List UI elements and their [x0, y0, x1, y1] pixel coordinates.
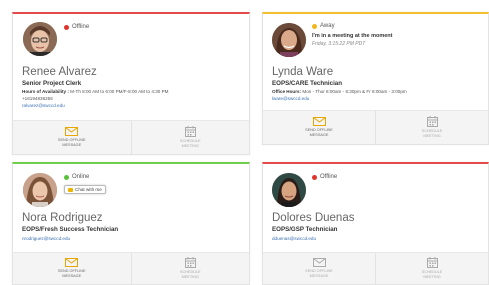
send-offline-message-label: SEND OFFLINE MESSAGE [305, 128, 333, 137]
email-link[interactable]: nrodriguez@swccd.edu [22, 236, 70, 241]
schedule-meeting-button[interactable]: SCHEDULE MEETING [130, 253, 250, 284]
schedule-meeting-button[interactable]: SCHEDULE MEETING [130, 121, 250, 154]
staff-name: Nora Rodriguez [22, 212, 103, 224]
calendar-icon [426, 257, 438, 269]
schedule-meeting-label: SCHEDULE MEETING [421, 129, 443, 138]
status-dot [312, 174, 317, 180]
status-note: I'm in a meeting at the moment [312, 33, 393, 39]
schedule-meeting-button[interactable]: SCHEDULE MEETING [375, 111, 488, 144]
status-indicator: Online [64, 174, 89, 180]
send-offline-message-label: SEND OFFLINE MESSAGE [57, 138, 86, 147]
staff-title: Senior Project Clerk [22, 80, 82, 87]
status-dot [64, 24, 69, 30]
envelope-icon [65, 127, 79, 137]
status-label: Offline [72, 24, 90, 30]
calendar-icon [426, 116, 438, 128]
calendar-icon [184, 126, 196, 138]
hours-value: M-Th 8:00 AM to 6:00 PM/F-8:00 AM to 4:3… [70, 89, 169, 94]
staff-card-lynda-ware: Away I'm in a meeting at the moment Frid… [262, 12, 489, 145]
hours-line: Hours of Availability : M-Th 8:00 AM to … [22, 89, 168, 94]
status-indicator: Away [312, 23, 335, 29]
avatar [272, 173, 306, 207]
email-link[interactable]: ralvarez@swccd.edu [22, 103, 65, 108]
avatar [23, 22, 57, 56]
card-actions: SEND OFFLINE MESSAGE SCHEDULE MEETING [263, 252, 488, 284]
envelope-icon [312, 258, 326, 268]
card-actions: SEND OFFLINE MESSAGE SCHEDULE MEETING [263, 110, 488, 144]
avatar [272, 23, 306, 57]
phone-number: +16194836256 [22, 96, 53, 101]
hours-value: Mon - Thur 8:00am - 6:30pm & Fr 8:00am -… [302, 89, 407, 94]
schedule-meeting-label: SCHEDULE MEETING [179, 139, 201, 148]
status-indicator: Offline [64, 24, 89, 30]
calendar-icon [184, 257, 196, 269]
card-actions: SEND OFFLINE MESSAGE SCHEDULE MEETING [13, 252, 249, 284]
staff-title: EOPS/CARE Technician [272, 80, 343, 87]
envelope-icon [312, 117, 326, 127]
chat-with-me-button[interactable]: Chat with me [64, 185, 106, 194]
staff-card-nora-rodriguez: Online Chat with me Nora Rodriguez EOPS/… [12, 162, 250, 285]
status-label: Away [320, 23, 335, 29]
staff-name: Renee Alvarez [22, 66, 97, 78]
hours-label: Office Hours: [272, 89, 302, 94]
envelope-icon [65, 258, 79, 268]
send-offline-message-button[interactable]: SEND OFFLINE MESSAGE [13, 253, 131, 284]
send-offline-message-label: SEND OFFLINE MESSAGE [305, 269, 333, 278]
status-note-time: Friday, 3:15:22 PM PDT [312, 41, 366, 47]
staff-title: EOPS/GSP Technician [272, 226, 338, 233]
status-indicator: Offline [312, 174, 337, 180]
email-link[interactable]: lware@swccd.edu [272, 96, 309, 101]
send-offline-message-button[interactable]: SEND OFFLINE MESSAGE [13, 121, 131, 154]
email-link[interactable]: dduenas@swccd.edu [272, 236, 316, 241]
status-dot [64, 174, 69, 180]
schedule-meeting-label: SCHEDULE MEETING [421, 270, 443, 279]
status-dot [312, 23, 317, 29]
staff-card-renee-alvarez: Offline Renee Alvarez Senior Project Cle… [12, 12, 250, 155]
chat-icon [68, 187, 73, 192]
hours-label: Hours of Availability : [22, 89, 69, 94]
hours-line: Office Hours: Mon - Thur 8:00am - 6:30pm… [272, 89, 407, 94]
card-actions: SEND OFFLINE MESSAGE SCHEDULE MEETING [13, 120, 249, 154]
send-offline-message-button[interactable]: SEND OFFLINE MESSAGE [263, 111, 375, 144]
staff-title: EOPS/Fresh Success Technician [22, 226, 119, 233]
staff-card-dolores-duenas: Offline Dolores Duenas EOPS/GSP Technici… [262, 162, 489, 285]
send-offline-message-button[interactable]: SEND OFFLINE MESSAGE [263, 253, 375, 284]
staff-name: Dolores Duenas [272, 212, 355, 224]
chat-with-me-label: Chat with me [75, 187, 102, 192]
schedule-meeting-label: SCHEDULE MEETING [179, 270, 201, 279]
status-label: Offline [320, 174, 338, 180]
staff-name: Lynda Ware [272, 66, 334, 78]
send-offline-message-label: SEND OFFLINE MESSAGE [57, 269, 86, 278]
avatar [23, 173, 57, 207]
schedule-meeting-button[interactable]: SCHEDULE MEETING [375, 253, 488, 284]
status-label: Online [72, 174, 90, 180]
